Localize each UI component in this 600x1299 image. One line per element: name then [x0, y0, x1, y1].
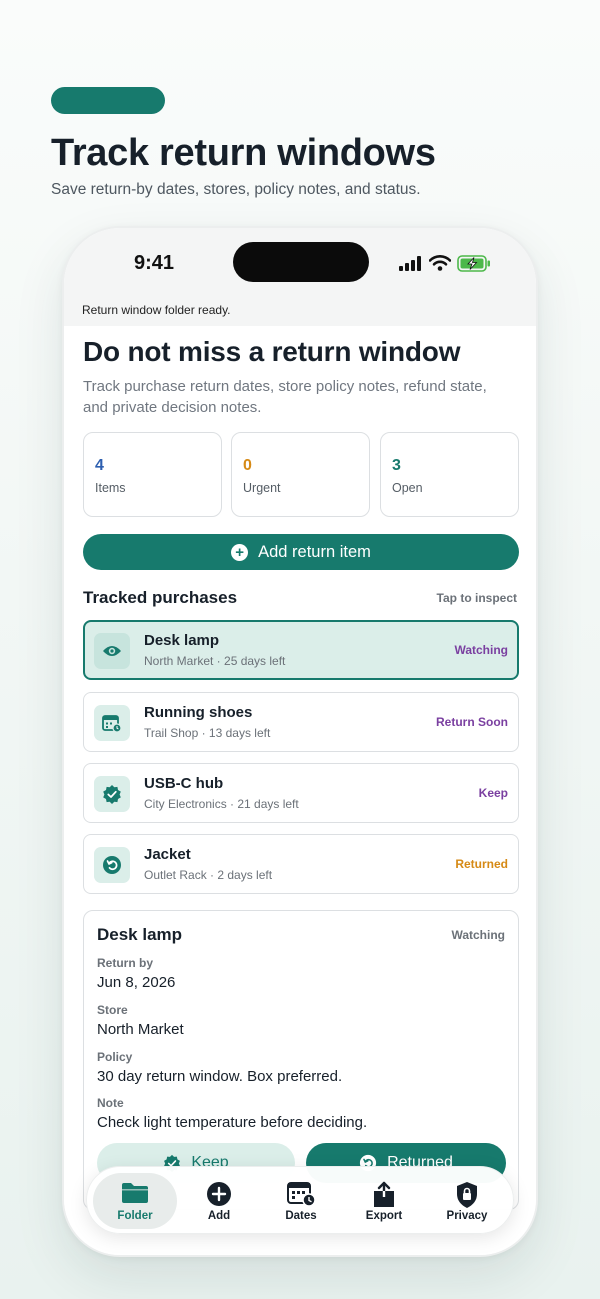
return-by-label: Return by: [97, 956, 154, 970]
item-name: Desk lamp: [144, 632, 220, 649]
return-arrow-icon: [94, 847, 130, 883]
stat-value: 4: [95, 457, 104, 474]
add-return-item-button[interactable]: + Add return item: [83, 534, 519, 570]
store-value: North Market: [97, 1021, 184, 1038]
item-status: Return Soon: [436, 715, 508, 729]
calendar-clock-icon: [94, 705, 130, 741]
main-content: Do not miss a return window Track purcha…: [64, 326, 536, 1255]
purchase-item-running-shoes[interactable]: Running shoes Trail Shop · 13 days left …: [83, 692, 519, 752]
stat-value: 0: [243, 457, 252, 474]
hero-title: Track return windows: [51, 132, 436, 174]
stat-label: Urgent: [243, 481, 281, 495]
item-meta: Trail Shop · 13 days left: [144, 726, 271, 740]
item-meta: Outlet Rack · 2 days left: [144, 868, 273, 882]
tab-label: Privacy: [446, 1210, 488, 1222]
section-title: Tracked purchases: [83, 588, 238, 607]
signal-icon: [399, 255, 421, 271]
item-name: USB-C hub: [144, 775, 224, 792]
status-time: 9:41: [134, 252, 175, 274]
battery-charging-icon: [457, 254, 490, 272]
tab-folder[interactable]: Folder: [93, 1173, 177, 1229]
status-banner: Return window folder ready.: [82, 303, 231, 317]
share-icon: [374, 1181, 394, 1207]
phone-frame: 9:41 Return window folder ready. Do not …: [62, 226, 538, 1257]
hero-pill: [51, 87, 165, 114]
status-bar: 9:41 Return window folder ready.: [64, 228, 536, 326]
stat-open: 3 Open: [380, 432, 519, 517]
lock-shield-icon: [457, 1182, 477, 1208]
store-label: Store: [97, 1003, 128, 1017]
item-name: Running shoes: [144, 704, 253, 721]
calendar-icon: [287, 1182, 316, 1207]
eye-icon: [94, 633, 130, 669]
wifi-icon: [429, 255, 451, 271]
tab-dates[interactable]: Dates: [259, 1173, 343, 1229]
detail-card: Desk lamp Watching Return by Jun 8, 2026…: [83, 910, 519, 1210]
dynamic-island: [233, 242, 369, 282]
tab-bar: Folder Add Dates Export Privacy: [86, 1166, 514, 1234]
purchase-item-jacket[interactable]: Jacket Outlet Rack · 2 days left Returne…: [83, 834, 519, 894]
tab-label: Folder: [117, 1210, 153, 1222]
tab-label: Add: [207, 1210, 231, 1222]
tab-label: Export: [365, 1210, 403, 1222]
folder-icon: [122, 1183, 148, 1203]
item-name: Jacket: [144, 846, 191, 863]
add-circle-icon: [207, 1182, 231, 1206]
section-hint: Tap to inspect: [436, 591, 517, 605]
item-status: Keep: [478, 786, 508, 800]
page-title: Do not miss a return window: [83, 336, 461, 367]
item-status: Watching: [454, 643, 508, 657]
policy-label: Policy: [97, 1050, 133, 1064]
hero-subtitle: Save return-by dates, stores, policy not…: [51, 181, 421, 198]
detail-status: Watching: [451, 928, 505, 942]
page-intro: Track purchase return dates, store polic…: [83, 378, 487, 416]
item-status: Returned: [455, 857, 508, 871]
purchase-item-desk-lamp[interactable]: Desk lamp North Market · 25 days left Wa…: [83, 620, 519, 680]
note-value: Check light temperature before deciding.: [97, 1114, 368, 1131]
tab-export[interactable]: Export: [342, 1173, 426, 1229]
detail-title: Desk lamp: [97, 925, 183, 944]
stat-label: Items: [95, 481, 126, 495]
purchase-item-usb-c-hub[interactable]: USB-C hub City Electronics · 21 days lef…: [83, 763, 519, 823]
stat-items: 4 Items: [83, 432, 222, 517]
return-by-value: Jun 8, 2026: [97, 974, 176, 991]
status-icons: [399, 254, 491, 272]
stat-urgent: 0 Urgent: [231, 432, 370, 517]
tab-add[interactable]: Add: [177, 1173, 261, 1229]
verified-check-icon: [94, 776, 130, 812]
stat-label: Open: [392, 481, 423, 495]
stat-value: 3: [392, 457, 401, 474]
item-meta: City Electronics · 21 days left: [144, 797, 299, 811]
add-return-item-label: Add return item: [258, 542, 371, 561]
plus-circle-icon: +: [231, 543, 249, 561]
tab-label: Dates: [285, 1210, 317, 1222]
note-label: Note: [97, 1096, 124, 1110]
policy-value: 30 day return window. Box preferred.: [97, 1068, 343, 1085]
tab-privacy[interactable]: Privacy: [425, 1173, 509, 1229]
item-meta: North Market · 25 days left: [144, 654, 286, 668]
